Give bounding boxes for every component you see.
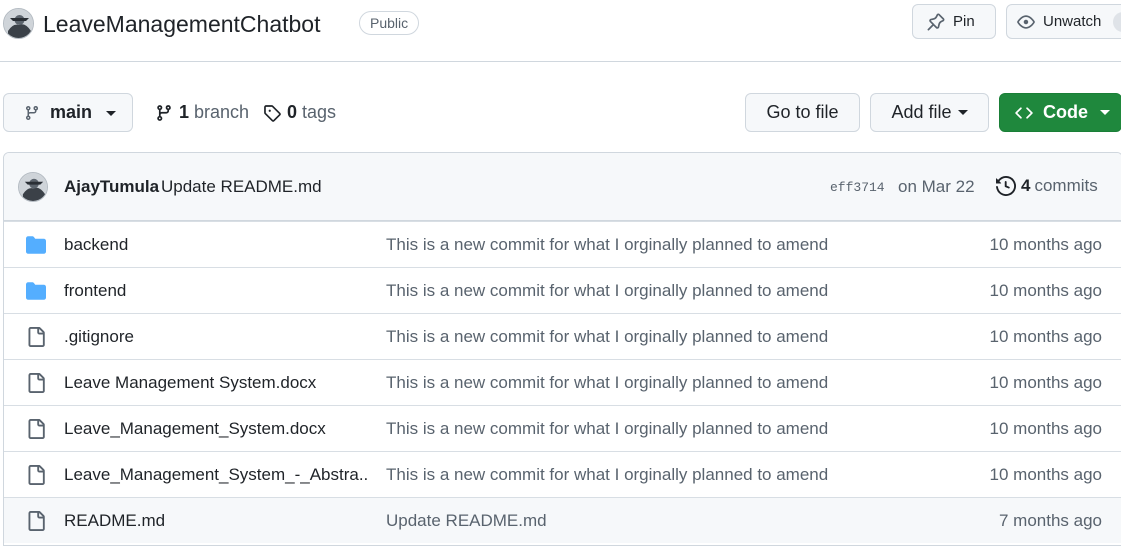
- file-row-leave-management-system-underscore-docx[interactable]: Leave_Management_System.docx This is a n…: [4, 405, 1121, 451]
- add-file-button[interactable]: Add file: [870, 93, 989, 132]
- file-age: 10 months ago: [989, 465, 1102, 484]
- visibility-badge: Public: [359, 11, 420, 35]
- git-branch-icon: [157, 104, 171, 121]
- file-age: 10 months ago: [989, 235, 1102, 254]
- file-row-frontend[interactable]: frontend This is a new commit for what I…: [4, 267, 1121, 313]
- file-row-readme[interactable]: README.md Update README.md 7 months ago: [4, 497, 1121, 543]
- file-row-backend[interactable]: backend This is a new commit for what I …: [4, 221, 1121, 267]
- code-icon: [1015, 106, 1033, 119]
- file-age: 7 months ago: [998, 511, 1102, 530]
- file-age: 10 months ago: [989, 419, 1102, 438]
- code-label: Code: [1043, 102, 1088, 122]
- folder-icon: [26, 282, 46, 300]
- commit-date: on Mar 22: [898, 177, 975, 196]
- repo-name[interactable]: LeaveManagementChatbot: [43, 8, 320, 40]
- code-button[interactable]: Code: [999, 93, 1121, 132]
- tag-icon: [264, 104, 281, 122]
- commit-author[interactable]: AjayTumula: [64, 177, 159, 197]
- watch-counter: [1113, 12, 1121, 32]
- file-name[interactable]: frontend: [64, 281, 126, 301]
- pin-label: Pin: [953, 13, 975, 30]
- file-age: 10 months ago: [989, 327, 1102, 346]
- branch-word: branch: [194, 102, 250, 122]
- watch-button[interactable]: Unwatch: [1006, 4, 1121, 39]
- commit-count: 4: [1021, 176, 1031, 195]
- chevron-down-icon: [957, 110, 968, 115]
- file-commit-message[interactable]: This is a new commit for what I orginall…: [386, 373, 828, 393]
- branch-selector[interactable]: main: [3, 93, 133, 132]
- file-icon: [28, 465, 45, 485]
- eye-icon: [1017, 14, 1035, 29]
- file-icon: [28, 373, 45, 393]
- file-commit-message[interactable]: This is a new commit for what I orginall…: [386, 465, 828, 485]
- commit-count-word: commits: [1034, 176, 1098, 195]
- file-row-abstract[interactable]: Leave_Management_System_-_Abstra... This…: [4, 451, 1121, 497]
- file-icon: [28, 327, 45, 347]
- file-icon: [28, 419, 45, 439]
- file-row-leave-management-system-docx[interactable]: Leave Management System.docx This is a n…: [4, 359, 1121, 405]
- branch-name: main: [50, 102, 93, 122]
- chevron-down-icon: [1100, 110, 1110, 115]
- branch-count: 1: [179, 102, 190, 122]
- file-age: 10 months ago: [989, 373, 1102, 392]
- file-name[interactable]: README.md: [64, 511, 165, 531]
- file-icon: [28, 511, 45, 531]
- file-commit-message[interactable]: This is a new commit for what I orginall…: [386, 419, 828, 439]
- file-row-gitignore[interactable]: .gitignore This is a new commit for what…: [4, 313, 1121, 359]
- pin-icon: [927, 13, 945, 30]
- add-file-label: Add file: [891, 102, 952, 122]
- file-age: 10 months ago: [989, 281, 1102, 300]
- file-commit-message[interactable]: This is a new commit for what I orginall…: [386, 235, 828, 255]
- latest-commit-bar: AjayTumula Update README.md eff3714 on M…: [4, 153, 1121, 221]
- tags-link[interactable]: 0 tags: [263, 102, 336, 123]
- go-to-file-label: Go to file: [766, 102, 839, 122]
- file-commit-message[interactable]: This is a new commit for what I orginall…: [386, 281, 828, 301]
- owner-avatar[interactable]: [3, 8, 34, 39]
- file-name[interactable]: Leave_Management_System.docx: [64, 419, 326, 439]
- file-name[interactable]: Leave_Management_System_-_Abstra...: [64, 465, 369, 485]
- history-icon: [996, 176, 1016, 196]
- commit-sha[interactable]: eff3714: [830, 180, 885, 195]
- commit-message[interactable]: Update README.md: [161, 177, 322, 197]
- go-to-file-button[interactable]: Go to file: [745, 93, 860, 132]
- pin-button[interactable]: Pin: [912, 4, 996, 39]
- git-branch-icon: [25, 105, 38, 120]
- tag-word: tags: [302, 102, 337, 122]
- file-list: AjayTumula Update README.md eff3714 on M…: [3, 152, 1121, 546]
- file-commit-message[interactable]: This is a new commit for what I orginall…: [386, 327, 828, 347]
- commits-link[interactable]: 4 commits: [996, 176, 1098, 196]
- tag-count: 0: [287, 102, 298, 122]
- repo-header: LeaveManagementChatbot Public Pin Unwatc…: [0, 0, 1121, 62]
- watch-label: Unwatch: [1043, 13, 1102, 30]
- file-name[interactable]: backend: [64, 235, 128, 255]
- author-avatar[interactable]: [18, 172, 48, 202]
- file-name[interactable]: Leave Management System.docx: [64, 373, 316, 393]
- file-name[interactable]: .gitignore: [64, 327, 134, 347]
- folder-icon: [26, 236, 46, 254]
- file-commit-message[interactable]: Update README.md: [386, 511, 547, 531]
- chevron-down-icon: [106, 111, 117, 116]
- repo-toolbar: main 1 branch 0 tags Go to file Add file…: [0, 92, 1121, 134]
- branches-link[interactable]: 1 branch: [155, 102, 249, 123]
